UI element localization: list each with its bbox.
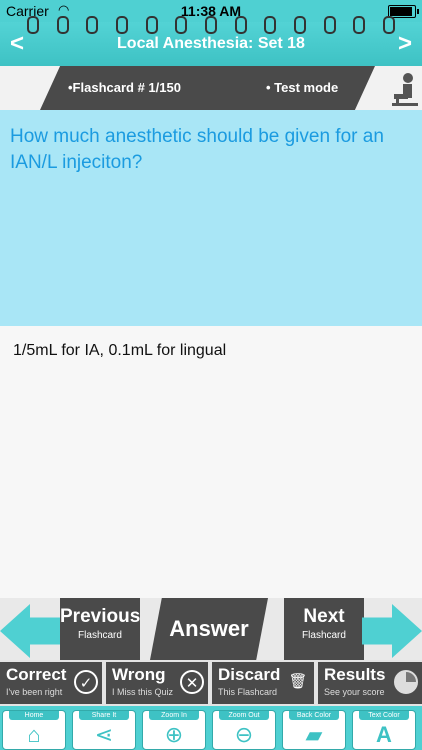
share-button[interactable]: Share It ⋖ [72,710,136,750]
paint-bucket-icon: ▰ [305,722,323,747]
card-navigation: Previous Flashcard Answer Next Flashcard [0,598,422,660]
check-icon: ✓ [74,670,98,694]
trash-icon: 🗑 [288,673,308,690]
flashcard-counter: •Flashcard # 1/150 [68,80,181,95]
arrow-right-icon[interactable] [362,604,422,658]
home-icon: ⌂ [27,722,41,747]
wrong-button[interactable]: Wrong I Miss this Quiz ✕ [106,662,208,704]
tool-bar: Home ⌂ Share It ⋖ Zoom In ⊕ Zoom Out ⊖ B… [0,706,422,750]
text-color-icon: A [376,722,392,747]
question-panel: How much anesthetic should be given for … [0,110,422,326]
person-icon[interactable] [392,72,418,106]
pie-icon [394,670,418,694]
text-color-button[interactable]: Text Color A [352,710,416,750]
share-icon: ⋖ [94,722,114,747]
arrow-left-icon[interactable] [0,604,60,658]
correct-button[interactable]: Correct I've been right ✓ [0,662,102,704]
results-button[interactable]: Results See your score [318,662,422,704]
answer-button[interactable]: Answer [150,598,268,660]
zoom-out-button[interactable]: Zoom Out ⊖ [212,710,276,750]
zoom-in-button[interactable]: Zoom In ⊕ [142,710,206,750]
x-icon: ✕ [180,670,204,694]
answer-panel: 1/5mL for IA, 0.1mL for lingual [0,326,422,598]
next-flashcard-button[interactable]: Next Flashcard [284,598,364,660]
test-mode-label: • Test mode [266,80,339,95]
previous-flashcard-button[interactable]: Previous Flashcard [60,598,140,660]
zoom-in-icon: ⊕ [164,722,184,747]
answer-text: 1/5mL for IA, 0.1mL for lingual [13,342,227,359]
title-bar: < Local Anesthesia: Set 18 > [0,16,422,66]
next-set-button[interactable]: > [398,30,412,58]
page-title: Local Anesthesia: Set 18 [117,35,305,52]
info-band: •Flashcard # 1/150 • Test mode [0,66,422,110]
spiral-binding [0,16,422,34]
home-button[interactable]: Home ⌂ [2,710,66,750]
back-color-button[interactable]: Back Color ▰ [282,710,346,750]
zoom-out-icon: ⊖ [234,722,254,747]
result-buttons: Correct I've been right ✓ Wrong I Miss t… [0,660,422,706]
discard-button[interactable]: Discard This Flashcard 🗑 [212,662,314,704]
question-text: How much anesthetic should be given for … [10,126,384,173]
